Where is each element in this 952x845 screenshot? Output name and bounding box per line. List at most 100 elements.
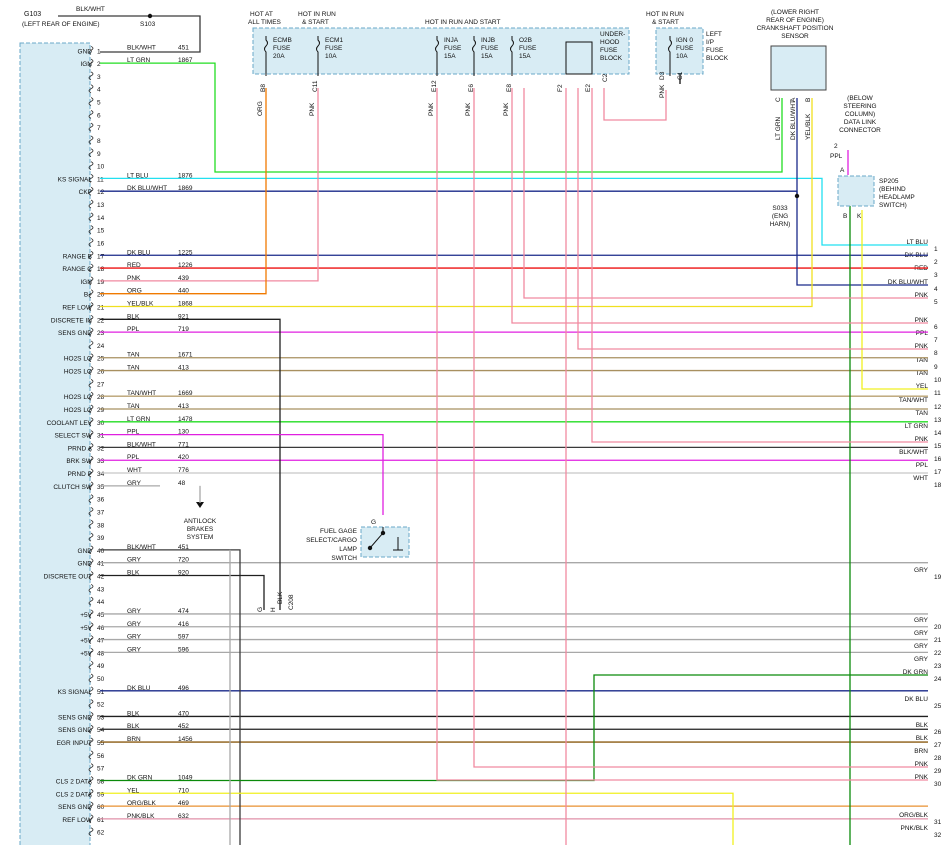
pin-label-2: IGN bbox=[80, 61, 92, 68]
pin-number-55: 55 bbox=[97, 740, 105, 747]
pin-number-29: 29 bbox=[97, 407, 105, 414]
ip-fuse-amp: 10A bbox=[676, 53, 688, 60]
wire-ckp bbox=[100, 190, 928, 286]
pin-number-53: 53 bbox=[97, 714, 105, 721]
pin-number-43: 43 bbox=[97, 586, 105, 593]
c208-wire-color: BLK bbox=[277, 591, 284, 604]
output-number-14: 14 bbox=[934, 430, 942, 437]
pin-number-52: 52 bbox=[97, 702, 105, 709]
pin-number-4: 4 bbox=[97, 87, 101, 94]
output-color-25: DK BLU bbox=[905, 696, 929, 703]
pin-label-48: +5V bbox=[80, 650, 92, 657]
pin-number-35: 35 bbox=[97, 484, 105, 491]
pin-label-45: +5V bbox=[80, 612, 92, 619]
sp205-label: HEADLAMP bbox=[879, 194, 915, 201]
hdr-run1-1: HOT IN RUN bbox=[298, 11, 336, 18]
pin-label-18: RANGE C bbox=[62, 266, 92, 273]
pin-number-48: 48 bbox=[97, 650, 105, 657]
pin-number-34: 34 bbox=[97, 471, 105, 478]
pin-number-47: 47 bbox=[97, 638, 105, 645]
fuse-pin-ECM1: C11 bbox=[312, 80, 319, 92]
wire-discrete-in bbox=[100, 318, 281, 610]
fuse-amp-O2B: 15A bbox=[519, 53, 531, 60]
fuse-pin-INJA: E12 bbox=[431, 80, 438, 92]
output-number-2: 2 bbox=[934, 259, 938, 266]
pin-label-40: GND bbox=[78, 548, 93, 555]
pin-number-6: 6 bbox=[97, 112, 101, 119]
pin-number-45: 45 bbox=[97, 612, 105, 619]
pin-number-44: 44 bbox=[97, 599, 105, 606]
ckp-sensor-body bbox=[770, 45, 827, 91]
output-number-25: 25 bbox=[934, 703, 942, 710]
pin-number-27: 27 bbox=[97, 381, 105, 388]
pin-label-51: KS SIGNAL bbox=[58, 689, 93, 696]
output-color-14: LT GRN bbox=[905, 423, 929, 430]
pin-number-2: 2 bbox=[97, 61, 101, 68]
pin-label-21: REF LOW bbox=[62, 305, 92, 312]
pin-number-54: 54 bbox=[97, 727, 105, 734]
wire-ks-ltblu bbox=[100, 177, 928, 246]
sp205-label: SWITCH) bbox=[879, 202, 907, 209]
output-color-20: GRY bbox=[914, 617, 929, 624]
pin-number-33: 33 bbox=[97, 458, 105, 465]
output-number-29: 29 bbox=[934, 768, 942, 775]
output-number-17: 17 bbox=[934, 469, 942, 476]
pin-label-58: CLS 2 DATA bbox=[56, 778, 93, 785]
pin-label-31: SELECT SW bbox=[55, 433, 93, 440]
pin-number-58: 58 bbox=[97, 778, 105, 785]
ip-pin-d3: D3 bbox=[659, 71, 666, 80]
pin-label-60: SENS GND bbox=[58, 804, 92, 811]
pin-label-33: BRK SW bbox=[66, 458, 93, 465]
pin-number-14: 14 bbox=[97, 215, 105, 222]
ckp-pin-C: C bbox=[775, 97, 782, 102]
output-number-23: 23 bbox=[934, 663, 942, 670]
output-number-11: 11 bbox=[934, 390, 941, 397]
pin-label-20: B+ bbox=[84, 292, 92, 299]
pin-number-25: 25 bbox=[97, 356, 105, 363]
pin-label-30: COOLANT LEV bbox=[47, 420, 93, 427]
pin-label-32: PRND A bbox=[68, 445, 93, 452]
pin-number-32: 32 bbox=[97, 445, 105, 452]
output-number-3: 3 bbox=[934, 272, 938, 279]
fuse-word-O2B: FUSE bbox=[519, 45, 537, 52]
pin-number-38: 38 bbox=[97, 522, 105, 529]
fuse-name-INJA: INJA bbox=[444, 37, 459, 44]
ckp-wire-color-B: YEL/BLK bbox=[805, 113, 812, 140]
pin-label-59: CLS 2 DATA bbox=[56, 791, 93, 798]
output-number-28: 28 bbox=[934, 755, 942, 762]
ckp-pin-B: B bbox=[805, 98, 812, 102]
fuel-switch-label: FUEL GAGE bbox=[320, 528, 358, 535]
pin-number-41: 41 bbox=[97, 561, 105, 568]
pin-number-18: 18 bbox=[97, 266, 105, 273]
pin-e2: E2 bbox=[585, 84, 592, 92]
fuse-name-ECMB: ECMB bbox=[273, 37, 292, 44]
output-number-20: 20 bbox=[934, 624, 942, 631]
dlc-pin: 2 bbox=[834, 143, 838, 150]
output-number-4: 4 bbox=[934, 286, 938, 293]
ground-splice-dot bbox=[147, 13, 153, 19]
ckp-title: SENSOR bbox=[781, 33, 809, 40]
pin-number-59: 59 bbox=[97, 791, 105, 798]
output-color-19: GRY bbox=[914, 567, 929, 574]
output-number-13: 13 bbox=[934, 417, 942, 424]
pin-number-50: 50 bbox=[97, 676, 105, 683]
pin-number-17: 17 bbox=[97, 253, 105, 260]
ip-fuse-word: FUSE bbox=[676, 45, 694, 52]
fuse-wire-color-INJA: PNK bbox=[428, 102, 435, 116]
hdr-hot-2: ALL TIMES bbox=[248, 19, 282, 26]
output-number-8: 8 bbox=[934, 350, 938, 357]
fuse-name-ECM1: ECM1 bbox=[325, 37, 343, 44]
s033-label: HARN) bbox=[770, 221, 791, 228]
wire-color-1: BLK/WHT bbox=[127, 44, 156, 51]
wiring-diagram-page: 1 GND BLK/WHT 451 2 IGN LT GRN 1867 3 4 5 6 7 8 9 10 11 K… bbox=[0, 0, 952, 845]
pin-label-41: GND bbox=[78, 561, 93, 568]
output-color-26: BLK bbox=[916, 722, 929, 729]
pin-number-10: 10 bbox=[97, 164, 105, 171]
output-number-18: 18 bbox=[934, 482, 942, 489]
pin-number-42: 42 bbox=[97, 574, 105, 581]
fuse-name-INJB: INJB bbox=[481, 37, 495, 44]
fuse-wire-color-INJB: PNK bbox=[465, 102, 472, 116]
output-number-10: 10 bbox=[934, 377, 942, 384]
ground-wire-color: BLK/WHT bbox=[76, 6, 105, 13]
output-color-27: BLK bbox=[916, 735, 929, 742]
